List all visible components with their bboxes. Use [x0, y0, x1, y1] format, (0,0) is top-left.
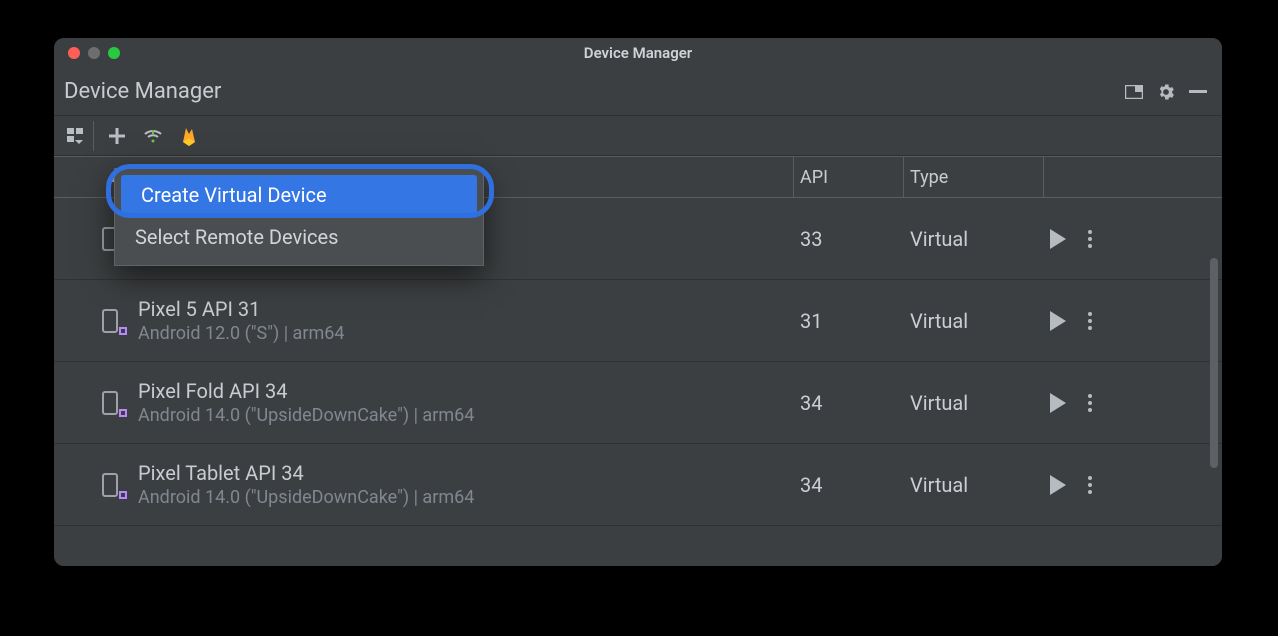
col-header-api[interactable]: API	[794, 157, 904, 197]
run-device-button[interactable]	[1050, 311, 1066, 331]
device-type: Virtual	[904, 227, 1044, 251]
device-name: Pixel Fold API 34	[138, 379, 474, 403]
device-api: 34	[794, 473, 904, 497]
add-device-menu: Create Virtual Device Select Remote Devi…	[114, 168, 484, 266]
run-device-button[interactable]	[1050, 393, 1066, 413]
add-device-button[interactable]	[102, 121, 132, 151]
table-row[interactable]: Pixel 5 API 31 Android 12.0 ("S") | arm6…	[54, 280, 1222, 362]
pair-wifi-button[interactable]	[138, 121, 168, 151]
window-controls	[68, 47, 120, 59]
window-mode-button[interactable]	[1120, 78, 1148, 106]
device-type: Virtual	[904, 391, 1044, 415]
device-name: Pixel Tablet API 34	[138, 461, 474, 485]
device-layout-button[interactable]	[64, 121, 94, 151]
device-manager-window: Device Manager Device Manager	[54, 38, 1222, 566]
menu-item-create-virtual-device[interactable]: Create Virtual Device	[121, 175, 477, 215]
device-type: Virtual	[904, 309, 1044, 333]
device-meta: Android 14.0 ("UpsideDownCake") | arm64	[138, 405, 474, 426]
phone-icon	[94, 473, 126, 497]
device-api: 33	[794, 227, 904, 251]
settings-button[interactable]	[1152, 78, 1180, 106]
phone-icon	[94, 309, 126, 333]
device-type: Virtual	[904, 473, 1044, 497]
col-header-type[interactable]: Type	[904, 157, 1044, 197]
phone-icon	[94, 391, 126, 415]
device-actions-menu-button[interactable]	[1088, 476, 1092, 494]
firebase-button[interactable]	[174, 121, 204, 151]
close-window-button[interactable]	[68, 47, 80, 59]
titlebar: Device Manager	[54, 38, 1222, 68]
col-header-actions	[1044, 157, 1222, 197]
window-title: Device Manager	[54, 44, 1222, 62]
device-actions-menu-button[interactable]	[1088, 230, 1092, 248]
panel-header: Device Manager	[54, 68, 1222, 116]
table-row[interactable]: Pixel Tablet API 34 Android 14.0 ("Upsid…	[54, 444, 1222, 526]
device-actions-menu-button[interactable]	[1088, 394, 1092, 412]
maximize-window-button[interactable]	[108, 47, 120, 59]
device-api: 31	[794, 309, 904, 333]
toolbar	[54, 116, 1222, 156]
device-meta: Android 12.0 ("S") | arm64	[138, 323, 344, 344]
minimize-window-button[interactable]	[88, 47, 100, 59]
run-device-button[interactable]	[1050, 229, 1066, 249]
panel-title: Device Manager	[64, 79, 221, 104]
device-name: Pixel 5 API 31	[138, 297, 344, 321]
run-device-button[interactable]	[1050, 475, 1066, 495]
table-row[interactable]: Pixel Fold API 34 Android 14.0 ("UpsideD…	[54, 362, 1222, 444]
device-actions-menu-button[interactable]	[1088, 312, 1092, 330]
menu-item-select-remote-devices[interactable]: Select Remote Devices	[115, 217, 483, 257]
device-meta: Android 14.0 ("UpsideDownCake") | arm64	[138, 487, 474, 508]
minimize-panel-button[interactable]	[1184, 78, 1212, 106]
scrollbar-thumb[interactable]	[1210, 258, 1218, 468]
device-api: 34	[794, 391, 904, 415]
